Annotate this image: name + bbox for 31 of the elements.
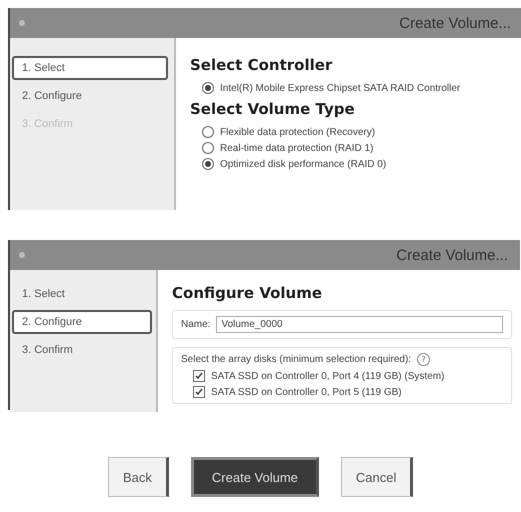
- step-item[interactable]: 1. Select: [12, 282, 152, 306]
- app-icon: [18, 19, 26, 27]
- section-heading: Configure Volume: [172, 284, 324, 302]
- dialog-button[interactable]: Back: [108, 457, 169, 497]
- app-icon: [18, 251, 26, 259]
- radio-button[interactable]: [202, 158, 214, 170]
- step-item[interactable]: 1. Select: [12, 56, 168, 80]
- window-title: Create Volume...: [396, 246, 508, 264]
- radio-label: Optimized disk performance (RAID 0): [220, 158, 386, 170]
- dialog-button[interactable]: Cancel: [340, 457, 414, 497]
- radio-label: Flexible data protection (Recovery): [220, 126, 376, 138]
- checkbox[interactable]: [193, 386, 205, 398]
- radio-label: Intel(R) Mobile Express Chipset SATA RAID Controller: [220, 82, 460, 94]
- checkbox[interactable]: [193, 370, 205, 382]
- disk-prompt: Select the array disks (minimum selection required):: [181, 354, 412, 365]
- radio-button[interactable]: [202, 126, 214, 138]
- step-item[interactable]: 2. Configure: [12, 84, 168, 108]
- radio-label: Real-time data protection (RAID 1): [220, 142, 374, 154]
- name-field[interactable]: Volume_0000: [216, 316, 503, 333]
- window-title: Create Volume...: [399, 14, 511, 32]
- section-heading: Select Volume Type: [190, 100, 356, 118]
- radio-button[interactable]: [202, 142, 214, 154]
- step-item[interactable]: 3. Confirm: [12, 338, 152, 362]
- disk-label: SATA SSD on Controller 0, Port 4 (119 GB) (System): [211, 370, 444, 382]
- step-item[interactable]: 2. Configure: [12, 310, 152, 334]
- dialog-button[interactable]: Create Volume: [190, 457, 319, 497]
- radio-button[interactable]: [202, 82, 214, 94]
- field-label: Name:: [181, 319, 210, 330]
- disk-label: SATA SSD on Controller 0, Port 5 (119 GB): [211, 386, 402, 398]
- help-icon[interactable]: ?: [417, 353, 430, 366]
- section-heading: Select Controller: [190, 56, 334, 74]
